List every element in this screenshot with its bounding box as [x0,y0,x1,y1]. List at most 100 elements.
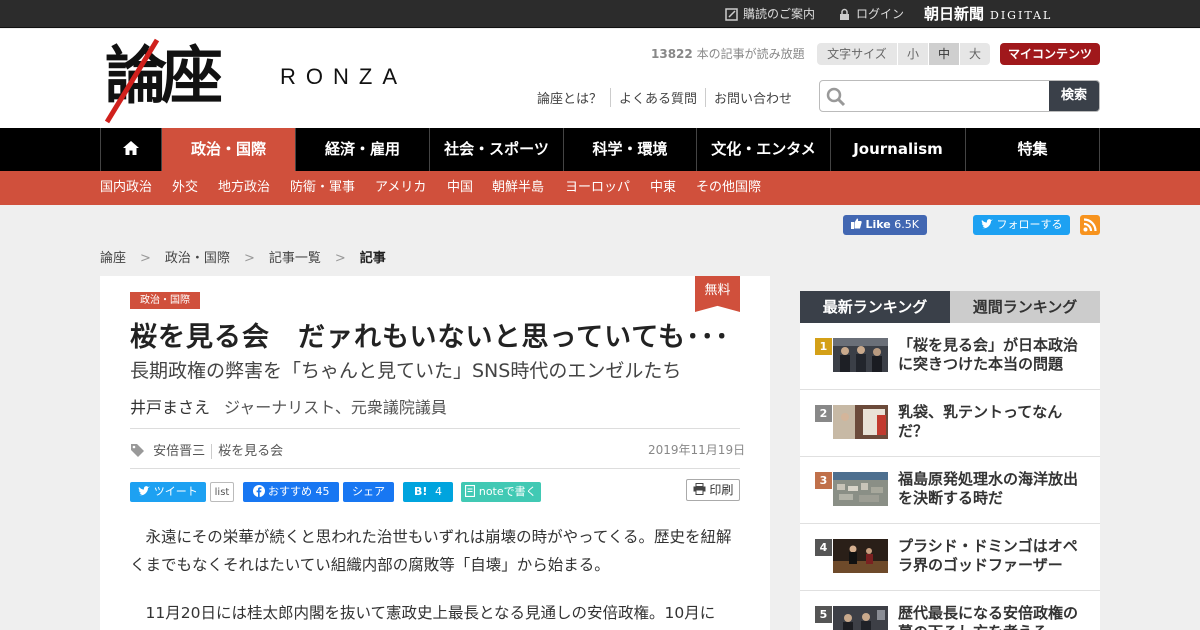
rss-button[interactable] [1080,215,1100,235]
subnav-china[interactable]: 中国 [447,171,473,205]
search-input[interactable] [854,81,1049,111]
nav-home[interactable] [100,128,162,171]
breadcrumb-list[interactable]: 記事一覧 [269,251,321,266]
rss-icon [1083,218,1097,232]
login-link[interactable]: ログイン [838,0,904,28]
twitter-follow-label: フォローする [996,218,1063,231]
subnav-other[interactable]: その他国際 [696,171,761,205]
logo-slash-icon [105,38,160,124]
article-subtitle: 長期政権の弊害を「ちゃんと見ていた」SNS時代のエンゼルたち [130,360,682,382]
tab-latest-ranking[interactable]: 最新ランキング [800,291,950,323]
ranking-item[interactable]: 5 歴代最長になる安倍政権の幕の下ろし方を考える [800,591,1100,630]
subnav-domestic[interactable]: 国内政治 [100,171,152,205]
search-box: 検索 [819,80,1100,112]
contact-link[interactable]: お問い合わせ [705,88,800,107]
nav-journalism[interactable]: Journalism [831,128,966,171]
ranking-item[interactable]: 3 福島原発処理水の海洋放出を決断する時だ [800,457,1100,524]
hatena-label: B! [413,485,428,498]
ranking-title: 歴代最長になる安倍政権の幕の下ろし方を考える [898,604,1079,630]
fb-recommend-label: おすすめ [268,485,312,498]
subnav-korea[interactable]: 朝鮮半島 [492,171,544,205]
ranking-thumbnail [833,606,888,630]
subnav-defense[interactable]: 防衛・軍事 [290,171,355,205]
font-size-large-button[interactable]: 大 [959,43,990,65]
author-name[interactable]: 井戸まさえ [130,398,210,417]
free-read-count: 13822 本の記事が読み放題 [651,45,805,62]
ranking-item[interactable]: 1 「桜を見る会」が日本政治に突きつけた本当の問題 [800,323,1100,390]
fb-like-button[interactable]: Like 6.5K [843,215,927,235]
breadcrumb-separator: > [334,251,346,266]
about-link[interactable]: 論座とは？ [537,88,610,107]
fb-recommend-count: 45 [315,485,330,498]
subscribe-link[interactable]: 購読のご案内 [725,0,815,28]
article-date: 2019年11月19日 [648,443,746,457]
faq-link[interactable]: よくある質問 [610,88,705,107]
article-paragraph: 11月20日には桂太郎内閣を抜いて憲政史上最長となる見通しの安倍政権。10月に [145,604,716,622]
search-button[interactable]: 検索 [1049,81,1099,111]
facebook-icon [252,485,265,497]
subnav-local[interactable]: 地方政治 [218,171,270,205]
font-size-medium-button[interactable]: 中 [928,43,959,65]
ranking-title: 福島原発処理水の海洋放出を決断する時だ [898,470,1079,507]
subnav-america[interactable]: アメリカ [375,171,426,205]
rank-number: 1 [815,338,832,355]
breadcrumb-politics[interactable]: 政治・国際 [165,251,230,266]
category-label[interactable]: 政治・国際 [130,292,200,309]
asahi-digital-logo[interactable]: 朝日新聞 DIGITAL [924,0,1052,28]
header-links: 論座とは？ よくある質問 お問い合わせ [537,88,800,107]
rank-number: 2 [815,405,832,422]
nav-science[interactable]: 科学・環境 [564,128,697,171]
tag-abe[interactable]: 安倍晋三 [149,444,211,459]
logo-roman: RONZA [280,64,407,89]
nav-society-sports[interactable]: 社会・スポーツ [430,128,564,171]
twitter-list-button[interactable]: list [210,482,234,502]
my-contents-button[interactable]: マイコンテンツ [1000,43,1100,65]
font-size-label: 文字サイズ [817,43,897,65]
divider [130,468,740,469]
ranking-title: 「桜を見る会」が日本政治に突きつけた本当の問題 [898,336,1079,373]
asahi-label: 朝日新聞 [924,5,985,23]
font-size-small-button[interactable]: 小 [897,43,928,65]
print-button[interactable]: 印刷 [686,479,740,501]
author-role: ジャーナリスト、元衆議院議員 [224,398,447,417]
note-icon [465,484,476,498]
breadcrumb-home[interactable]: 論座 [100,251,126,266]
thumbs-up-icon [851,218,862,229]
tag-sakura[interactable]: 桜を見る会 [211,444,290,459]
ronza-logo[interactable]: 論座 RONZA [105,36,445,124]
twitter-follow-button[interactable]: フォローする [973,215,1070,235]
main-nav: 政治・国際 経済・雇用 社会・スポーツ 科学・環境 文化・エンタメ Journa… [0,128,1200,171]
breadcrumb-separator: > [140,251,151,266]
nav-politics[interactable]: 政治・国際 [162,128,296,171]
lock-icon [840,8,849,20]
divider [130,428,740,429]
subnav-diplomacy[interactable]: 外交 [172,171,198,205]
subscribe-label: 購読のご案内 [743,7,816,21]
tweet-label: ツイート [153,485,198,498]
article-title: 桜を見る会 だァれもいないと思っていても･･･ [130,322,730,353]
ranking-item[interactable]: 2 乳袋、乳テントってなんだ？ [800,390,1100,457]
fb-recommend-button[interactable]: おすすめ 45 [243,482,339,502]
nav-culture[interactable]: 文化・エンタメ [697,128,831,171]
search-icon [826,87,846,107]
ranking-thumbnail [833,472,888,506]
hatena-bookmark-button[interactable]: B! 4 [403,482,453,502]
fb-share-button[interactable]: シェア [343,482,394,502]
article-paragraph: 永遠にその栄華が続くと思われた治世もいずれは崩壊の時がやってくる。歴史を紐解くま… [130,528,732,574]
tweet-button[interactable]: ツイート [130,482,206,502]
subnav-middle-east[interactable]: 中東 [650,171,676,205]
breadcrumb-separator: > [243,251,255,266]
top-bar: 購読のご案内 ログイン 朝日新聞 DIGITAL [0,0,1200,28]
fb-like-label: Like [865,218,891,231]
ranking-item[interactable]: 4 プラシド・ドミンゴはオペラ界のゴッドファーザー [800,524,1100,591]
free-count-number: 13822 [651,47,693,61]
tab-weekly-ranking[interactable]: 週間ランキング [950,291,1100,323]
print-label: 印刷 [709,483,734,497]
article-tags: 安倍晋三 桜を見る会 [130,440,290,459]
nav-economy[interactable]: 経済・雇用 [296,128,430,171]
note-button[interactable]: noteで書く [461,482,541,502]
digital-label: DIGITAL [990,9,1053,22]
nav-special[interactable]: 特集 [966,128,1100,171]
subnav-europe[interactable]: ヨーロッパ [565,171,630,205]
ranking-thumbnail [833,338,888,372]
